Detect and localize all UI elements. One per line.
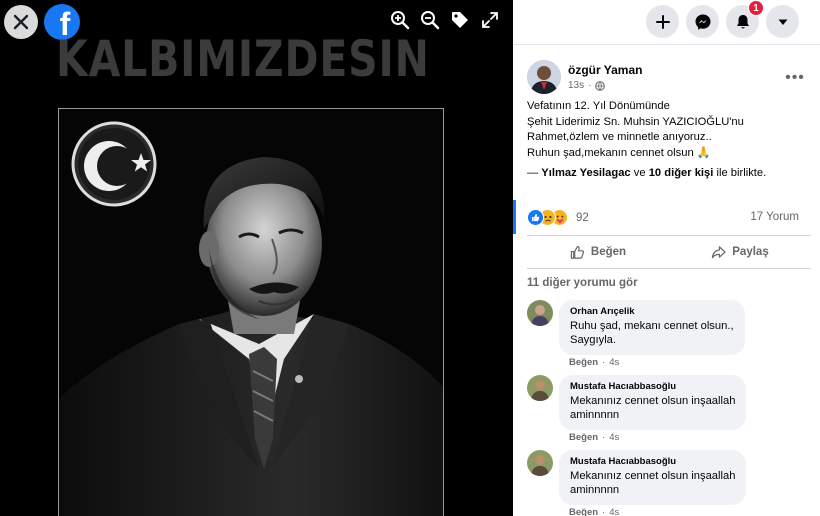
commenter-name[interactable]: Mustafa Hacıabbasoğlu [570, 456, 735, 467]
scroll-indicator [513, 200, 516, 234]
tag-icon [452, 12, 468, 28]
messenger-icon [695, 14, 710, 30]
comment-time[interactable]: 4s [609, 507, 619, 516]
fullscreen-icon [482, 12, 498, 28]
commenter-avatar[interactable] [527, 300, 553, 326]
post-time[interactable]: 13s [568, 80, 584, 91]
banner-heading: KALBIMIZDESIN [56, 30, 430, 88]
share-button[interactable]: Paylaş [669, 236, 811, 268]
zoom-in-button[interactable] [389, 9, 411, 31]
comment-count-link[interactable]: 17 Yorum [750, 211, 799, 223]
comment-bubble: Orhan Arıçelik Ruhu şad, mekanı cennet o… [559, 300, 745, 355]
comment-bubble: Mustafa Hacıabbasoğlu Mekanınız cennet o… [559, 450, 747, 505]
post-options-button[interactable]: ••• [783, 68, 807, 88]
fullscreen-button[interactable] [479, 9, 501, 31]
post-text-line: Şehit Liderimiz Sn. Muhsin YAZICIOĞLU'nu [527, 115, 744, 128]
reaction-summary: 92 17 Yorum [513, 200, 820, 234]
caret-down-icon [778, 19, 787, 25]
close-viewer-button[interactable] [4, 5, 38, 39]
tagged-people: — Yılmaz Yesilagac ve 10 diğer kişi ile … [527, 167, 767, 179]
globe-icon [595, 80, 606, 91]
author-name[interactable]: özgür Yaman [568, 63, 642, 77]
post-text-line: Ruhun şad,mekanın cennet olsun 🙏 [527, 146, 711, 159]
comment-bubble: Mustafa Hacıabbasoğlu Mekanınız cennet o… [559, 375, 747, 430]
tag-photo-button[interactable] [449, 9, 471, 31]
post-meta: 13s · [568, 80, 606, 91]
comment-time[interactable]: 4s [609, 357, 619, 368]
comment-text: Mekanınız cennet olsun inşaallah [570, 470, 736, 482]
commenter-name[interactable]: Orhan Arıçelik [570, 306, 734, 317]
zoom-out-icon [421, 11, 440, 30]
share-button-label: Paylaş [732, 246, 769, 258]
tagged-person-link[interactable]: Yılmaz Yesilagac [541, 167, 630, 179]
viewer-toolbar [389, 9, 501, 31]
like-button[interactable]: Beğen [527, 236, 669, 268]
comment-text: Ruhu şad, mekanı cennet olsun., [570, 320, 734, 332]
commenter-avatar[interactable] [527, 375, 553, 401]
comment-like-button[interactable]: Beğen [569, 507, 598, 516]
plus-icon [655, 14, 670, 29]
comment-text: aminnnnn [570, 409, 620, 421]
close-icon [13, 14, 29, 30]
thumbs-up-icon [570, 245, 584, 259]
more-dots-icon: ••• [785, 69, 805, 86]
post-panel: 1 özgür Yaman 13s · ••• Vefatının 12. Yı… [513, 0, 820, 516]
portrait-image [58, 108, 444, 516]
create-button[interactable] [646, 5, 679, 38]
reaction-count: 92 [576, 211, 589, 224]
top-navigation: 1 [513, 0, 820, 45]
tagged-others-link[interactable]: 10 diğer kişi [649, 167, 714, 179]
zoom-in-icon [391, 11, 410, 30]
comment-actions: Beğen · 4s [569, 357, 620, 368]
commenter-name[interactable]: Mustafa Hacıabbasoğlu [570, 381, 735, 392]
comment-like-button[interactable]: Beğen [569, 432, 598, 443]
commenter-avatar[interactable] [527, 450, 553, 476]
view-more-comments-link[interactable]: 11 diğer yorumu gör [527, 277, 638, 289]
post-actions: Beğen Paylaş [527, 235, 811, 269]
bell-icon [736, 14, 749, 28]
post-header: özgür Yaman 13s · ••• [527, 60, 807, 100]
photo-viewer: f KALBIMIZDESIN [0, 0, 513, 516]
comment-actions: Beğen · 4s [569, 507, 620, 516]
author-avatar[interactable] [527, 60, 561, 94]
comment-time[interactable]: 4s [609, 432, 619, 443]
share-icon [712, 245, 726, 258]
like-button-label: Beğen [590, 246, 627, 258]
comment-text: aminnnnn [570, 484, 620, 496]
like-reaction-icon [527, 209, 544, 226]
reactions-button[interactable]: 92 [527, 209, 589, 226]
post-body: Vefatının 12. Yıl Dönümünde Şehit Lideri… [527, 99, 812, 161]
zoom-out-button[interactable] [419, 9, 441, 31]
comment-like-button[interactable]: Beğen [569, 357, 598, 368]
messenger-button[interactable] [686, 5, 719, 38]
crescent-star-emblem-icon [71, 121, 157, 207]
comment-text: Mekanınız cennet olsun inşaallah [570, 395, 736, 407]
notification-badge: 1 [748, 0, 764, 16]
post-text-line: Rahmet,özlem ve minnetle anıyoruz.. [527, 131, 712, 143]
comment-actions: Beğen · 4s [569, 432, 620, 443]
comment-text: Saygıyla. [570, 334, 617, 346]
notifications-button[interactable]: 1 [726, 0, 764, 38]
post-text-line: Vefatının 12. Yıl Dönümünde [527, 100, 670, 112]
account-menu-button[interactable] [766, 5, 799, 38]
